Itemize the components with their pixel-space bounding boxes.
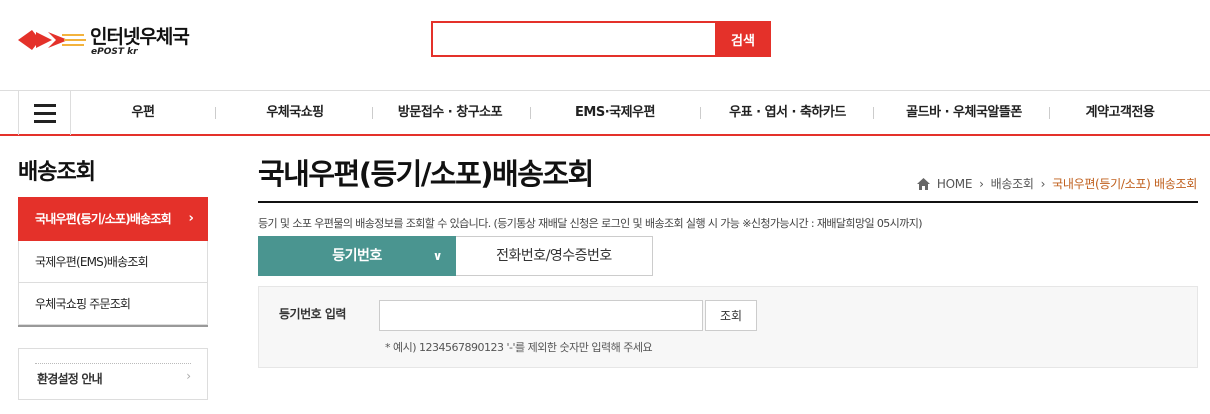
gnb-item-mail[interactable]: 우편: [93, 91, 193, 135]
gnb-item-goldbar[interactable]: 골드바 · 우체국알뜰폰: [884, 91, 1044, 135]
gnb-item-contract[interactable]: 계약고객전용: [1065, 91, 1175, 135]
tab-registered-number[interactable]: 등기번호 ∨: [258, 236, 456, 276]
gnb-item-visit-pickup[interactable]: 방문접수 · 창구소포: [380, 91, 520, 135]
tab-label: 전화번호/영수증번호: [496, 248, 612, 264]
epost-logo[interactable]: 인터넷우체국 ePOST kr: [18, 22, 208, 58]
gnb-divider: [1049, 107, 1050, 119]
side-menu-item-label: 국내우편(등기/소포)배송조회: [35, 212, 172, 226]
tracking-number-input[interactable]: [379, 300, 703, 331]
title-divider: [258, 201, 1198, 203]
chevron-right-icon: ›: [979, 176, 984, 191]
page-title: 국내우편(등기/소포)배송조회: [258, 157, 594, 191]
gnb-divider: [530, 107, 531, 119]
env-settings-label: 환경설정 안내: [37, 372, 103, 386]
tracking-number-hint: * 예시) 1234567890123 '-'를 제외한 숫자만 입력해 주세요: [385, 341, 653, 354]
side-menu-item-ems[interactable]: 국제우편(EMS)배송조회: [18, 241, 208, 283]
breadcrumb-current: 국내우편(등기/소포) 배송조회: [1052, 177, 1197, 191]
breadcrumb: HOME › 배송조회 › 국내우편(등기/소포) 배송조회: [916, 175, 1197, 192]
gnb-divider: [372, 107, 373, 119]
gnb-item-stamps[interactable]: 우표 · 엽서 · 축하카드: [705, 91, 870, 135]
search-input[interactable]: [431, 21, 717, 57]
search-bar: 검색: [431, 21, 771, 57]
tracking-number-label: 등기번호 입력: [279, 307, 346, 321]
side-menu-item-label: 우체국쇼핑 주문조회: [35, 297, 131, 311]
side-menu-item-shopping-order[interactable]: 우체국쇼핑 주문조회: [18, 283, 208, 325]
breadcrumb-tracking[interactable]: 배송조회: [991, 175, 1034, 192]
epost-logo-mark-icon: [18, 30, 86, 50]
divider: [35, 363, 191, 364]
tab-phone-receipt[interactable]: 전화번호/영수증번호: [456, 236, 653, 276]
gnb-divider: [700, 107, 701, 119]
lnb-title: 배송조회: [18, 160, 96, 185]
logo-subtitle: ePOST kr: [91, 47, 138, 57]
gnb-divider: [215, 107, 216, 119]
gnb-item-ems[interactable]: EMS·국제우편: [555, 91, 675, 135]
menu-icon[interactable]: [18, 91, 71, 135]
main-navigation: 우편 우체국쇼핑 방문접수 · 창구소포 EMS·국제우편 우표 · 엽서 · …: [0, 90, 1210, 136]
logo-title: 인터넷우체국: [90, 26, 190, 48]
chevron-down-icon: ∨: [432, 249, 443, 263]
breadcrumb-home[interactable]: HOME: [937, 177, 973, 191]
side-menu-item-domestic[interactable]: 국내우편(등기/소포)배송조회 ›: [18, 197, 208, 241]
chevron-right-icon: ›: [186, 369, 191, 383]
lookup-button[interactable]: 조회: [705, 300, 757, 331]
page-description: 등기 및 소포 우편물의 배송정보를 조회할 수 있습니다. (등기통상 재배달…: [258, 217, 923, 230]
chevron-right-icon: ›: [188, 211, 193, 226]
tab-label: 등기번호: [332, 248, 382, 264]
search-button[interactable]: 검색: [715, 21, 771, 57]
gnb-item-shopping[interactable]: 우체국쇼핑: [240, 91, 350, 135]
home-icon: [916, 177, 930, 190]
chevron-right-icon: ›: [1040, 176, 1046, 191]
gnb-divider: [873, 107, 874, 119]
side-menu-item-label: 국제우편(EMS)배송조회: [35, 255, 149, 269]
side-menu: 국내우편(등기/소포)배송조회 › 국제우편(EMS)배송조회 우체국쇼핑 주문…: [18, 197, 208, 327]
env-settings-link[interactable]: 환경설정 안내 ›: [18, 348, 208, 400]
tracking-form: 등기번호 입력 조회 * 예시) 1234567890123 '-'를 제외한 …: [258, 286, 1198, 368]
